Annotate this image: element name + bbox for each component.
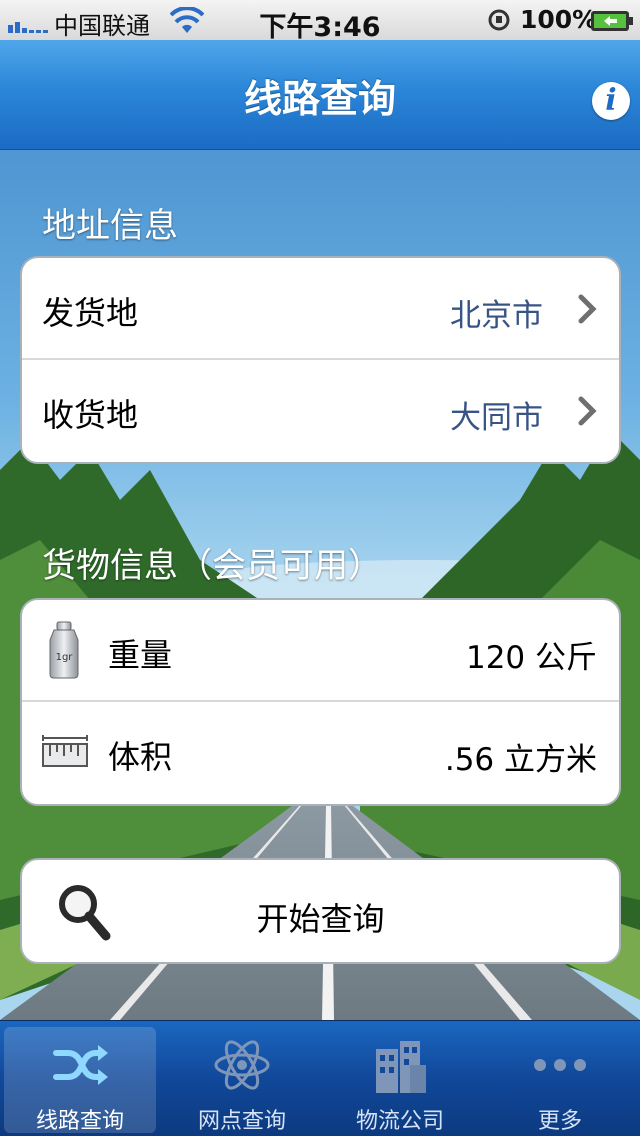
weight-value: 120 公斤 [465,640,597,676]
weight-icon-text: 1gr [56,652,74,663]
cargo-section-header: 货物信息（会员可用） [42,546,382,586]
tab-more[interactable]: 更多 [484,1027,636,1134]
address-section-header: 地址信息 [42,206,178,246]
tab-outlet-query[interactable]: 网点查询 [166,1027,318,1134]
battery-icon [591,11,633,31]
destination-row[interactable]: 收货地 大同市 [22,360,619,462]
chevron-right-icon [578,396,597,426]
weight-icon: 1gr [49,621,79,679]
building-icon [376,1041,426,1093]
more-icon [534,1059,586,1071]
battery-percentage: 100% [520,5,598,34]
start-query-label: 开始查询 [256,900,385,938]
origin-label: 发货地 [42,294,139,332]
volume-value: .56 立方米 [444,742,597,778]
tab-outlet-query-label: 网点查询 [197,1109,286,1134]
tab-bar: 线路查询 网点查询 物流公司 更多 [0,1020,640,1136]
origin-row[interactable]: 发货地 北京市 [22,258,619,360]
origin-value: 北京市 [450,298,543,334]
chevron-right-icon [578,294,597,324]
shuffle-icon [53,1045,108,1085]
status-bar: 中国联通 下午3:46 100% [0,0,640,43]
tab-route-query-label: 线路查询 [35,1109,124,1134]
volume-label: 体积 [108,738,173,776]
cargo-group: 1gr 重量 120 公斤 体积 .56 立方米 [20,598,621,806]
address-group: 发货地 北京市 收货地 大同市 [20,256,621,464]
info-icon: i [605,83,617,118]
info-button[interactable]: i [592,82,630,120]
destination-label: 收货地 [42,396,139,434]
tab-logistics-company-label: 物流公司 [355,1109,444,1134]
tab-logistics-company[interactable]: 物流公司 [324,1027,476,1134]
volume-row[interactable]: 体积 .56 立方米 [22,702,619,804]
atom-icon [214,1040,270,1090]
tab-route-query[interactable]: 线路查询 [4,1027,156,1134]
weight-label: 重量 [108,636,173,674]
rotation-lock-icon [488,9,510,31]
weight-row[interactable]: 1gr 重量 120 公斤 [22,600,619,702]
navigation-bar: 线路查询 i [0,40,640,150]
tab-more-label: 更多 [537,1109,582,1134]
page-title: 线路查询 [243,77,396,121]
start-query-button[interactable]: 开始查询 [20,858,621,964]
ruler-icon [42,735,88,767]
destination-value: 大同市 [450,400,543,436]
